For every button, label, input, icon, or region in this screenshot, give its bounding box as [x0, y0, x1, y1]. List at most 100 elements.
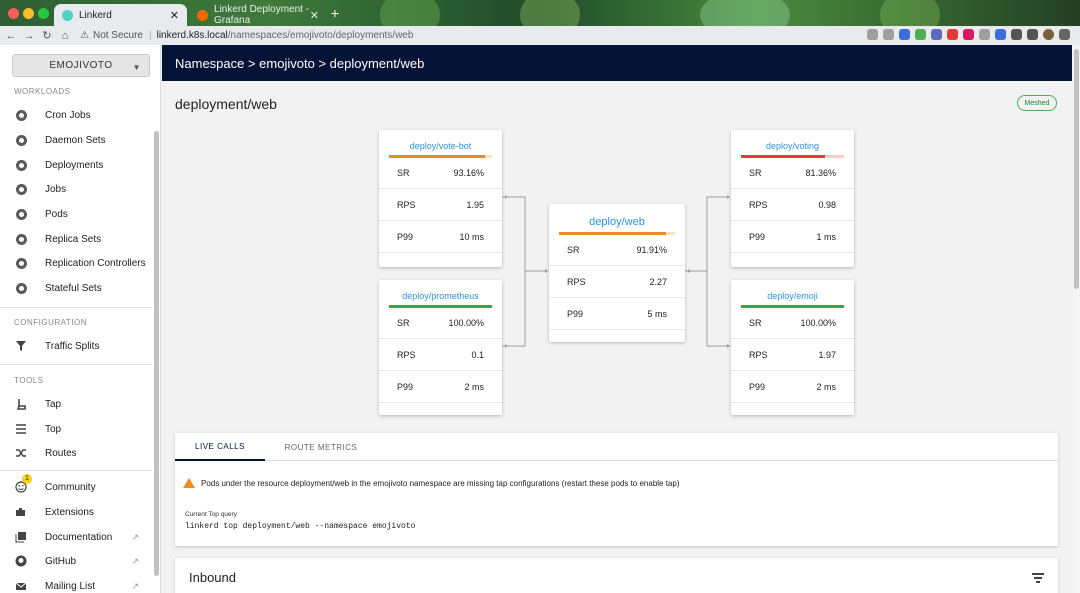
list-icon [15, 423, 27, 435]
close-window-button[interactable] [8, 8, 19, 19]
card-title[interactable]: deploy/web [549, 216, 685, 228]
forward-icon[interactable]: → [22, 30, 36, 42]
metric-row-p99: P99 5 ms [549, 298, 685, 330]
metric-row-rps: RPS 0.1 [379, 339, 502, 371]
main-content: Namespace > emojivoto > deployment/web d… [162, 45, 1072, 593]
sidebar-item-deployments[interactable]: Deployments [0, 154, 153, 176]
sidebar-item-github[interactable]: GitHub ↗ [0, 550, 153, 572]
metric-value: 5 ms [647, 308, 667, 319]
profile-avatar-icon[interactable] [1043, 29, 1054, 40]
sidebar-item-jobs[interactable]: Jobs [0, 178, 153, 200]
cron-jobs-icon [15, 109, 27, 121]
minimize-window-button[interactable] [23, 8, 34, 19]
chevron-down-icon: ▼ [132, 63, 141, 72]
card-emoji[interactable]: deploy/emoji SR 100.00% RPS 1.97 P99 2 ms [731, 280, 854, 415]
sidebar-item-stateful-sets[interactable]: Stateful Sets [0, 277, 153, 299]
sidebar-item-mailing-list[interactable]: Mailing List ↗ [0, 575, 153, 593]
close-tab-icon[interactable]: ✕ [170, 9, 179, 22]
sidebar-item-extensions[interactable]: Extensions [0, 501, 153, 523]
card-title[interactable]: deploy/prometheus [379, 291, 502, 301]
mail-icon [15, 580, 27, 592]
card-title[interactable]: deploy/emoji [731, 291, 854, 301]
card-title[interactable]: deploy/voting [731, 141, 854, 151]
card-vote-bot[interactable]: deploy/vote-bot SR 93.16% RPS 1.95 P99 10 ms [379, 130, 502, 267]
share-icon[interactable] [867, 29, 878, 40]
browser-tab-linkerd[interactable]: Linkerd ✕ [54, 4, 187, 26]
replica-sets-icon [15, 233, 27, 245]
sidebar-item-pods[interactable]: Pods [0, 203, 153, 225]
extension-icon[interactable] [979, 29, 990, 40]
new-tab-button[interactable]: + [328, 6, 342, 21]
sidebar-item-documentation[interactable]: Documentation ↗ [0, 526, 153, 548]
tab-live-calls[interactable]: LIVE CALLS [175, 433, 265, 461]
status-badge: Meshed [1017, 95, 1057, 111]
extension-icon[interactable] [899, 29, 910, 40]
edge-arrow [545, 269, 548, 273]
metric-value: 2 ms [464, 381, 484, 392]
home-icon[interactable]: ⌂ [58, 30, 72, 42]
card-web[interactable]: deploy/web SR 91.91% RPS 2.27 P99 5 ms [549, 204, 685, 342]
extension-icon[interactable] [915, 29, 926, 40]
url-field[interactable]: ⚠ Not Secure | linkerd.k8s.local /namesp… [80, 28, 413, 43]
edge-arrow [505, 344, 508, 348]
card-prometheus[interactable]: deploy/prometheus SR 100.00% RPS 0.1 P99 2 ms [379, 280, 502, 415]
metric-row-rps: RPS 2.27 [549, 266, 685, 298]
browser-menu-icon[interactable] [1059, 29, 1070, 40]
metric-value: 2.27 [649, 276, 667, 287]
browser-tab-grafana[interactable]: Linkerd Deployment - Grafana ✕ [189, 4, 327, 26]
external-link-icon: ↗ [131, 531, 139, 542]
notification-badge: 1 [22, 474, 32, 484]
metric-value: 1.95 [466, 199, 484, 210]
metric-label: SR [397, 167, 410, 178]
grafana-favicon-icon [197, 9, 208, 21]
tap-icon [15, 398, 27, 410]
stateful-sets-icon [15, 282, 27, 294]
puzzle-icon [15, 506, 27, 518]
deployments-icon [15, 159, 27, 171]
browser-tab-bar: Linkerd ✕ Linkerd Deployment - Grafana ✕… [0, 0, 1080, 26]
reload-icon[interactable]: ↻ [40, 29, 54, 42]
metric-value: 1 ms [816, 231, 836, 242]
metric-row-p99: P99 1 ms [731, 221, 854, 253]
sidebar-item-cron-jobs[interactable]: Cron Jobs [0, 104, 153, 126]
extension-icon[interactable] [995, 29, 1006, 40]
sidebar-item-replication-controllers[interactable]: Replication Controllers [0, 252, 153, 274]
metric-row-sr: SR 91.91% [549, 234, 685, 266]
metric-row-rps: RPS 1.95 [379, 189, 502, 221]
metric-label: P99 [749, 381, 766, 392]
edge-arrow [688, 269, 691, 273]
breadcrumb: Namespace > emojivoto > deployment/web [162, 45, 1072, 81]
edge-web-to-voting [685, 196, 730, 272]
back-icon[interactable]: ← [4, 30, 18, 42]
metric-label: RPS [397, 349, 416, 360]
page-scrollbar[interactable] [1073, 45, 1080, 593]
extension-icon[interactable] [931, 29, 942, 40]
edge-web-to-emoji [685, 270, 730, 347]
sidebar-item-community[interactable]: 1 Community [0, 474, 153, 498]
extension-icon[interactable] [963, 29, 974, 40]
namespace-select[interactable]: EMOJIVOTO ▼ [12, 54, 150, 77]
sidebar-item-traffic-splits[interactable]: Traffic Splits [0, 335, 153, 357]
card-voting[interactable]: deploy/voting SR 81.36% RPS 0.98 P99 1 ms [731, 130, 854, 267]
metric-row-rps: RPS 1.97 [731, 339, 854, 371]
sidebar-item-routes[interactable]: Routes [0, 442, 153, 464]
card-title[interactable]: deploy/vote-bot [379, 141, 502, 151]
sidebar-toggle-icon[interactable] [1027, 29, 1038, 40]
extensions-puzzle-icon[interactable] [1011, 29, 1022, 40]
external-link-icon: ↗ [131, 580, 139, 591]
sidebar-item-daemon-sets[interactable]: Daemon Sets [0, 129, 153, 151]
replication-controllers-icon [15, 257, 27, 269]
tab-route-metrics[interactable]: ROUTE METRICS [265, 433, 377, 461]
filter-list-icon[interactable] [1032, 573, 1044, 583]
metric-value: 2 ms [816, 381, 836, 392]
sidebar-item-tap[interactable]: Tap [0, 393, 153, 415]
close-tab-icon[interactable]: ✕ [310, 9, 319, 22]
bookmark-star-icon[interactable] [883, 29, 894, 40]
sidebar-scrollbar[interactable] [154, 131, 159, 576]
sidebar-item-top[interactable]: Top [0, 418, 153, 440]
sidebar-item-replica-sets[interactable]: Replica Sets [0, 228, 153, 250]
maximize-window-button[interactable] [38, 8, 49, 19]
metric-value: 0.1 [471, 349, 484, 360]
extension-icon[interactable] [947, 29, 958, 40]
library-books-icon [15, 531, 27, 543]
